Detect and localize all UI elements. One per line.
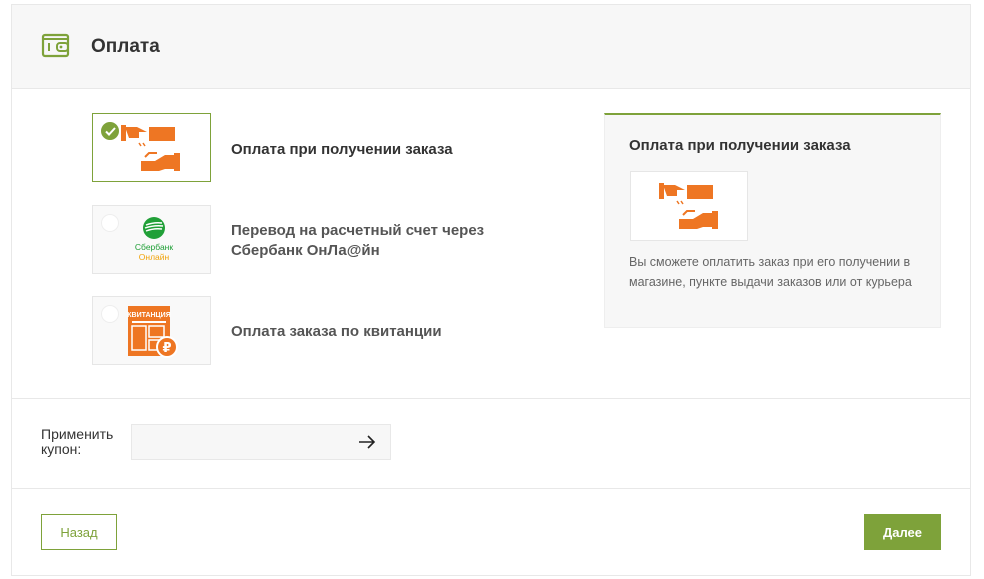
payment-option-receipt-label[interactable]: Оплата заказа по квитанции xyxy=(231,322,531,342)
info-image xyxy=(630,171,748,241)
check-icon[interactable] xyxy=(101,122,119,140)
info-title: Оплата при получении заказа xyxy=(629,137,851,154)
payment-option-sberbank-label[interactable]: Перевод на расчетный счет через Сбербанк… xyxy=(231,221,531,261)
coupon-label: Применить купон: xyxy=(41,426,114,457)
radio-button[interactable] xyxy=(101,305,119,323)
wallet-icon xyxy=(41,32,71,59)
svg-text:КВИТАНЦИЯ: КВИТАНЦИЯ xyxy=(127,312,170,319)
payment-info-panel: Оплата при получении заказа Вы сможете о… xyxy=(604,113,941,328)
arrow-right-icon[interactable] xyxy=(358,434,376,455)
next-button[interactable]: Далее xyxy=(864,514,941,550)
back-button[interactable]: Назад xyxy=(41,514,117,550)
payment-option-cash[interactable] xyxy=(92,113,211,182)
page-title: Оплата xyxy=(91,36,160,57)
payment-option-cash-label[interactable]: Оплата при получении заказа xyxy=(231,140,531,160)
sberbank-logo: Сбербанк Онлайн xyxy=(129,214,179,269)
divider xyxy=(12,398,970,399)
cash-hands-icon xyxy=(121,121,181,178)
payment-option-receipt[interactable]: КВИТАНЦИЯ ₽ xyxy=(92,296,211,365)
info-description: Вы сможете оплатить заказ при его получе… xyxy=(629,255,912,289)
cash-hands-icon xyxy=(659,183,718,229)
radio-button[interactable] xyxy=(101,214,119,232)
payment-option-sberbank[interactable]: Сбербанк Онлайн xyxy=(92,205,211,274)
svg-text:Онлайн: Онлайн xyxy=(139,252,170,262)
payment-card: Оплата Оплата при получении заказа Сберб… xyxy=(11,4,971,576)
coupon-input[interactable] xyxy=(131,424,391,460)
svg-text:Сбербанк: Сбербанк xyxy=(135,242,173,252)
payment-header: Оплата xyxy=(12,5,970,89)
receipt-icon: КВИТАНЦИЯ ₽ xyxy=(126,304,180,365)
svg-text:₽: ₽ xyxy=(162,341,171,356)
divider xyxy=(12,488,970,489)
